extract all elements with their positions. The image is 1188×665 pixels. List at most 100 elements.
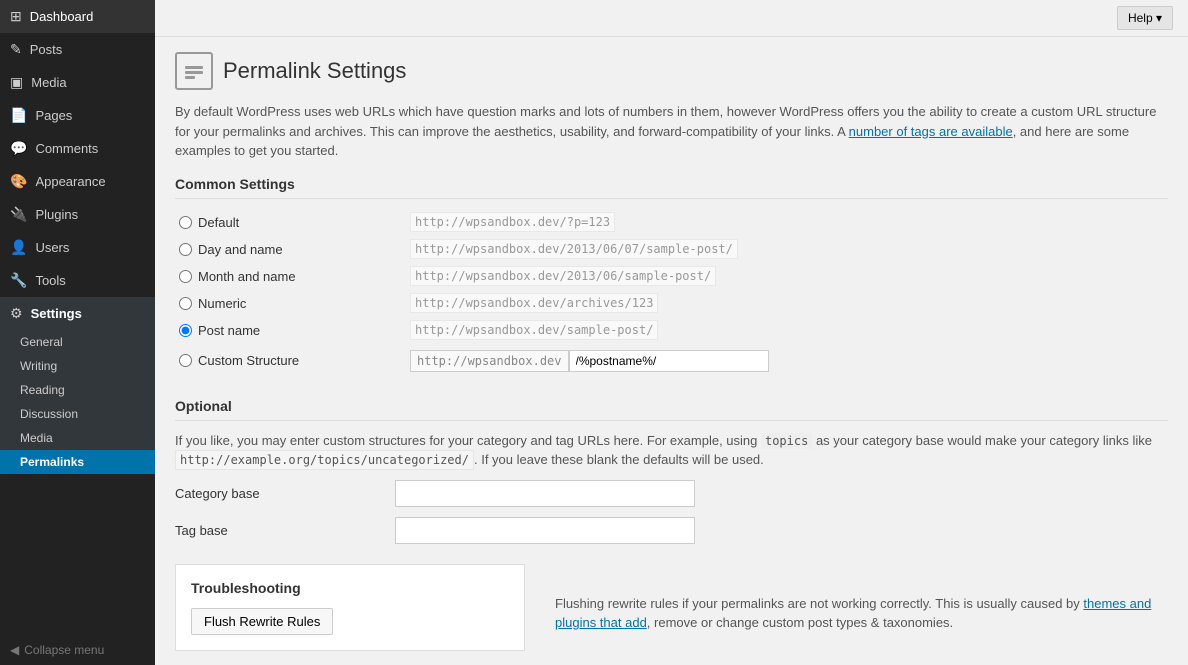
custom-base-text: http://wpsandbox.dev — [410, 350, 569, 372]
sidebar-item-appearance[interactable]: 🎨 Appearance — [0, 165, 155, 198]
dashboard-icon: ⊞ — [10, 8, 22, 25]
month-and-name-option-label[interactable]: Month and name — [179, 269, 391, 284]
posts-icon: ✎ — [10, 41, 22, 58]
numeric-radio[interactable] — [179, 297, 192, 310]
sidebar-item-posts-label: Posts — [30, 42, 63, 57]
month-and-name-url-example: http://wpsandbox.dev/2013/06/sample-post… — [410, 266, 716, 286]
sidebar-item-settings-label: Settings — [31, 306, 82, 321]
tag-base-label: Tag base — [175, 523, 395, 538]
flush-description: Flushing rewrite rules if your permalink… — [555, 554, 1168, 651]
page-title: Permalink Settings — [223, 58, 406, 84]
optional-description: If you like, you may enter custom struct… — [175, 431, 1168, 470]
troubleshooting-box: Troubleshooting Flush Rewrite Rules — [175, 564, 525, 651]
optional-code-path: http://example.org/topics/uncategorized/ — [175, 450, 474, 470]
day-and-name-option-label[interactable]: Day and name — [179, 242, 391, 257]
page-icon — [175, 52, 213, 90]
common-settings-title: Common Settings — [175, 176, 1168, 199]
sidebar-sub-permalinks[interactable]: Permalinks — [0, 450, 155, 474]
default-label-text: Default — [198, 215, 239, 230]
default-radio[interactable] — [179, 216, 192, 229]
sidebar-item-comments-label: Comments — [35, 141, 98, 156]
sidebar-item-appearance-label: Appearance — [35, 174, 105, 189]
day-and-name-url-example: http://wpsandbox.dev/2013/06/07/sample-p… — [410, 239, 738, 259]
collapse-arrow-icon: ◀ — [10, 643, 19, 657]
main-area: Help ▾ Permalink Settings By default Wor… — [155, 0, 1188, 665]
table-row: Month and name http://wpsandbox.dev/2013… — [175, 263, 1168, 290]
sidebar-sub-reading[interactable]: Reading — [0, 378, 155, 402]
month-and-name-label-text: Month and name — [198, 269, 296, 284]
sidebar-item-pages-label: Pages — [35, 108, 72, 123]
sidebar-sub-general[interactable]: General — [0, 330, 155, 354]
settings-submenu: General Writing Reading Discussion Media… — [0, 330, 155, 474]
table-row: Post name http://wpsandbox.dev/sample-po… — [175, 317, 1168, 344]
custom-structure-label-text: Custom Structure — [198, 353, 299, 368]
post-name-url-example: http://wpsandbox.dev/sample-post/ — [410, 320, 658, 340]
post-name-option-label[interactable]: Post name — [179, 323, 391, 338]
sidebar-item-settings[interactable]: ⚙ Settings — [0, 297, 155, 330]
tags-available-link[interactable]: number of tags are available — [849, 124, 1013, 139]
sidebar-item-media-label: Media — [31, 75, 66, 90]
comments-icon: 💬 — [10, 140, 27, 157]
sidebar-item-tools-label: Tools — [35, 273, 65, 288]
optional-desc-3: . If you leave these blank the defaults … — [474, 452, 764, 467]
sidebar-item-dashboard-label: Dashboard — [30, 9, 94, 24]
table-row: Numeric http://wpsandbox.dev/archives/12… — [175, 290, 1168, 317]
numeric-label-text: Numeric — [198, 296, 246, 311]
users-icon: 👤 — [10, 239, 27, 256]
media-icon: ▣ — [10, 74, 23, 91]
pages-icon: 📄 — [10, 107, 27, 124]
category-base-input[interactable] — [395, 480, 695, 507]
sidebar-item-media[interactable]: ▣ Media — [0, 66, 155, 99]
tools-icon: 🔧 — [10, 272, 27, 289]
custom-structure-wrap: http://wpsandbox.dev — [410, 350, 1164, 372]
help-button[interactable]: Help ▾ — [1117, 6, 1173, 30]
troubleshooting-title: Troubleshooting — [191, 580, 509, 596]
flush-rewrite-rules-button[interactable]: Flush Rewrite Rules — [191, 608, 333, 635]
numeric-url-example: http://wpsandbox.dev/archives/123 — [410, 293, 658, 313]
tag-base-row: Tag base — [175, 517, 1168, 544]
sidebar: ⊞ Dashboard ✎ Posts ▣ Media 📄 Pages 💬 Co… — [0, 0, 155, 665]
optional-topics-code: topics — [761, 433, 812, 449]
settings-icon: ⚙ — [10, 305, 23, 322]
sidebar-item-plugins-label: Plugins — [35, 207, 78, 222]
sidebar-item-users[interactable]: 👤 Users — [0, 231, 155, 264]
sidebar-item-dashboard[interactable]: ⊞ Dashboard — [0, 0, 155, 33]
optional-desc-2: as your category base would make your ca… — [812, 433, 1152, 448]
category-base-label: Category base — [175, 486, 395, 501]
topbar: Help ▾ — [155, 0, 1188, 37]
default-option-label[interactable]: Default — [179, 215, 391, 230]
month-and-name-radio[interactable] — [179, 270, 192, 283]
default-url-example: http://wpsandbox.dev/?p=123 — [410, 212, 615, 232]
day-and-name-label-text: Day and name — [198, 242, 283, 257]
optional-section-title: Optional — [175, 398, 1168, 421]
sidebar-item-posts[interactable]: ✎ Posts — [0, 33, 155, 66]
custom-structure-radio[interactable] — [179, 354, 192, 367]
sidebar-item-plugins[interactable]: 🔌 Plugins — [0, 198, 155, 231]
sidebar-item-comments[interactable]: 💬 Comments — [0, 132, 155, 165]
day-and-name-radio[interactable] — [179, 243, 192, 256]
collapse-menu-label: Collapse menu — [24, 643, 104, 657]
collapse-menu-button[interactable]: ◀ Collapse menu — [0, 635, 155, 665]
sidebar-sub-media[interactable]: Media — [0, 426, 155, 450]
tag-base-input[interactable] — [395, 517, 695, 544]
troubleshooting-section: Troubleshooting Flush Rewrite Rules Flus… — [175, 554, 1168, 651]
sidebar-sub-writing[interactable]: Writing — [0, 354, 155, 378]
sidebar-item-tools[interactable]: 🔧 Tools — [0, 264, 155, 297]
page-description: By default WordPress uses web URLs which… — [175, 102, 1168, 161]
custom-structure-input[interactable] — [569, 350, 769, 372]
flush-desc-2: , remove or change custom post types & t… — [647, 615, 953, 630]
sidebar-item-pages[interactable]: 📄 Pages — [0, 99, 155, 132]
plugins-icon: 🔌 — [10, 206, 27, 223]
numeric-option-label[interactable]: Numeric — [179, 296, 391, 311]
content-area: Permalink Settings By default WordPress … — [155, 37, 1188, 665]
category-base-row: Category base — [175, 480, 1168, 507]
page-title-wrap: Permalink Settings — [175, 52, 1168, 90]
custom-structure-option-label[interactable]: Custom Structure — [179, 353, 391, 368]
table-row: Custom Structure http://wpsandbox.dev — [175, 344, 1168, 378]
flush-desc-1: Flushing rewrite rules if your permalink… — [555, 596, 1083, 611]
table-row: Default http://wpsandbox.dev/?p=123 — [175, 209, 1168, 236]
optional-desc-1: If you like, you may enter custom struct… — [175, 433, 761, 448]
post-name-radio[interactable] — [179, 324, 192, 337]
sidebar-sub-discussion[interactable]: Discussion — [0, 402, 155, 426]
table-row: Day and name http://wpsandbox.dev/2013/0… — [175, 236, 1168, 263]
